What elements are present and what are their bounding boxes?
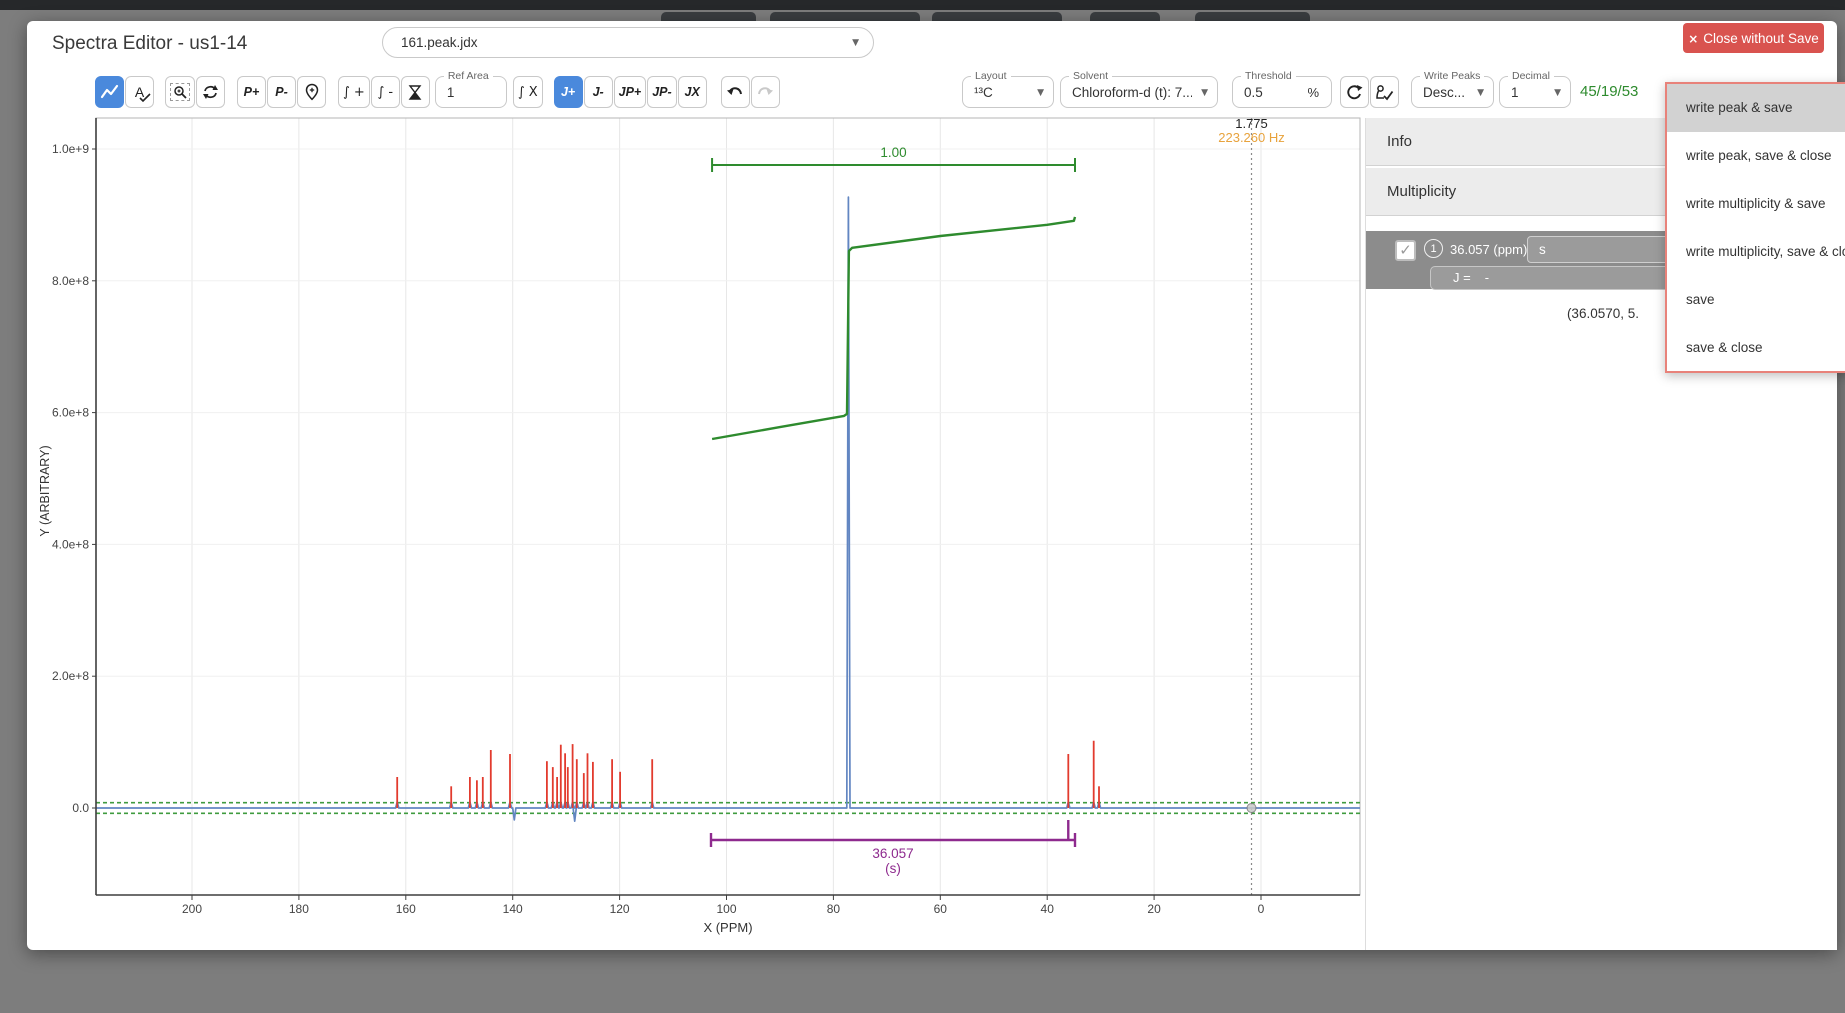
svg-text:1.775: 1.775 (1235, 116, 1268, 131)
svg-text:160: 160 (396, 902, 416, 916)
svg-text:Y (ARBITRARY): Y (ARBITRARY) (38, 445, 52, 536)
svg-text:36.057: 36.057 (872, 846, 913, 861)
svg-text:0: 0 (1258, 902, 1265, 916)
multiplet-detail: (36.0570, 5. (1366, 306, 1639, 321)
svg-text:223.260 Hz: 223.260 Hz (1218, 130, 1285, 145)
browser-top-strip (0, 0, 1845, 10)
svg-text:8.0e+8: 8.0e+8 (52, 274, 89, 288)
menu-item-save[interactable]: save (1667, 276, 1845, 324)
svg-text:4.0e+8: 4.0e+8 (52, 537, 89, 551)
svg-text:140: 140 (503, 902, 523, 916)
svg-text:200: 200 (182, 902, 202, 916)
save-options-menu: write peak & save write peak, save & clo… (1665, 82, 1845, 373)
spectra-editor-dialog: Spectra Editor - us1-14 161.peak.jdx ▼ ×… (27, 21, 1837, 950)
svg-text:180: 180 (289, 902, 309, 916)
menu-item-write-peak-save-close[interactable]: write peak, save & close (1667, 132, 1845, 180)
svg-text:(s): (s) (885, 861, 901, 876)
svg-text:2.0e+8: 2.0e+8 (52, 669, 89, 683)
svg-text:40: 40 (1041, 902, 1055, 916)
multiplet-shift: 36.057 (ppm) (1450, 242, 1527, 257)
svg-text:6.0e+8: 6.0e+8 (52, 406, 89, 420)
svg-text:20: 20 (1147, 902, 1161, 916)
svg-text:120: 120 (610, 902, 630, 916)
svg-text:X (PPM): X (PPM) (703, 920, 752, 935)
svg-text:80: 80 (827, 902, 841, 916)
svg-text:60: 60 (934, 902, 948, 916)
menu-item-save-close[interactable]: save & close (1667, 324, 1845, 372)
multiplet-checkbox[interactable]: ✓ (1395, 240, 1416, 261)
menu-item-write-multiplicity-save[interactable]: write multiplicity & save (1667, 180, 1845, 228)
menu-item-write-multiplicity-save-close[interactable]: write multiplicity, save & close (1667, 228, 1845, 276)
menu-item-write-peak-save[interactable]: write peak & save (1667, 84, 1845, 132)
svg-text:1.0e+9: 1.0e+9 (52, 142, 89, 156)
j-label: J = (1453, 270, 1471, 285)
svg-text:1.00: 1.00 (880, 145, 906, 160)
j-value: - (1485, 270, 1489, 285)
multiplet-index-badge: 1 (1424, 239, 1443, 258)
svg-text:100: 100 (716, 902, 736, 916)
svg-text:0.0: 0.0 (72, 801, 89, 815)
